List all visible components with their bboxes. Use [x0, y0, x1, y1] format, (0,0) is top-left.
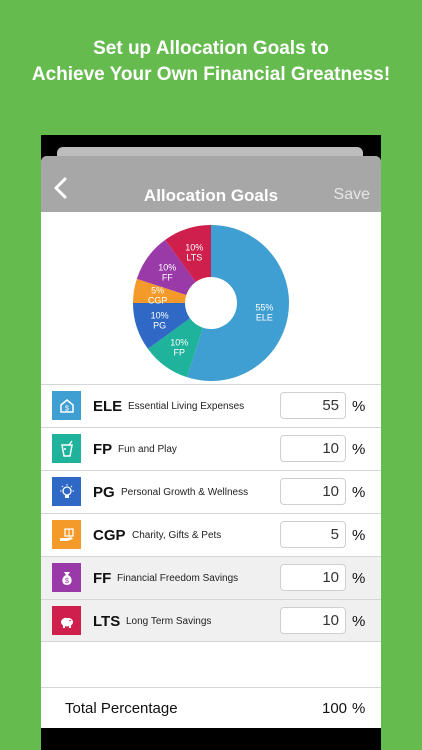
- promo-line-1: Set up Allocation Goals to: [93, 38, 329, 59]
- allocation-donut-chart: 55% ELE10% FP10% PG5% CGP10% FF10% LTS: [133, 225, 289, 381]
- svg-text:$: $: [65, 578, 69, 585]
- navigation-bar: Allocation Goals Save: [41, 156, 381, 212]
- category-percent-input[interactable]: 10: [280, 435, 346, 462]
- percent-sign: %: [352, 613, 366, 630]
- donut-label-pg: 10% PG: [151, 311, 169, 331]
- drink-icon: [52, 434, 81, 463]
- category-description: Charity, Gifts & Pets: [132, 530, 222, 541]
- promo-headline: Set up Allocation Goals to Achieve Your …: [0, 36, 422, 88]
- category-row-ff: $ FF Financial Freedom Savings 10%: [41, 556, 381, 599]
- category-percent-input[interactable]: 10: [280, 607, 346, 634]
- category-code: FF: [93, 570, 112, 587]
- category-percent-input[interactable]: 10: [280, 564, 346, 591]
- category-row-pg: PG Personal Growth & Wellness 10%: [41, 470, 381, 513]
- category-percent-input[interactable]: 10: [280, 478, 346, 505]
- svg-text:$: $: [65, 405, 69, 412]
- promo-line-2: Achieve Your Own Financial Greatness!: [31, 64, 391, 85]
- donut-label-ele: 55% ELE: [255, 302, 273, 322]
- house-dollar-icon: $: [52, 391, 81, 420]
- category-row-cgp: CGP Charity, Gifts & Pets 5%: [41, 513, 381, 556]
- category-row-ele: $ ELE Essential Living Expenses 55%: [41, 384, 381, 427]
- percent-sign: %: [352, 484, 366, 501]
- category-code: LTS: [93, 613, 121, 630]
- category-code: PG: [93, 484, 115, 501]
- category-description: Essential Living Expenses: [128, 401, 245, 412]
- page-title: Allocation Goals: [143, 186, 279, 205]
- save-button[interactable]: Save: [334, 186, 370, 204]
- donut-label-lts: 10% LTS: [185, 243, 203, 263]
- percent-sign: %: [352, 441, 366, 458]
- percent-sign: %: [352, 570, 366, 587]
- category-code: ELE: [93, 398, 123, 415]
- percent-sign: %: [352, 398, 366, 415]
- total-value: 100: [322, 700, 348, 717]
- allocation-goals-screen: Allocation Goals Save 55% ELE 10% FP 10% PG 5%…: [41, 156, 381, 728]
- lightbulb-icon: [52, 477, 81, 506]
- category-description: Fun and Play: [118, 444, 177, 455]
- category-list: $ ELE Essential Living Expenses 55% FP Fun an…: [41, 384, 381, 642]
- category-code: CGP: [93, 527, 126, 544]
- category-row-fp: FP Fun and Play 10%: [41, 427, 381, 470]
- category-code: FP: [93, 441, 113, 458]
- category-row-lts: LTS Long Term Savings 10%: [41, 599, 381, 642]
- category-percent-input[interactable]: 55: [280, 392, 346, 419]
- percent-sign: %: [352, 527, 366, 544]
- total-label: Total Percentage: [65, 700, 178, 717]
- money-bag-icon: $: [52, 563, 81, 592]
- category-description: Personal Growth & Wellness: [121, 487, 249, 498]
- gift-hand-icon: [52, 520, 81, 549]
- category-description: Long Term Savings: [126, 616, 212, 627]
- piggy-bank-icon: [52, 606, 81, 635]
- category-percent-input[interactable]: 5: [280, 521, 346, 548]
- total-bar: Total Percentage 100 %: [41, 687, 381, 728]
- category-description: Financial Freedom Savings: [117, 573, 239, 584]
- total-percent-sign: %: [352, 700, 366, 717]
